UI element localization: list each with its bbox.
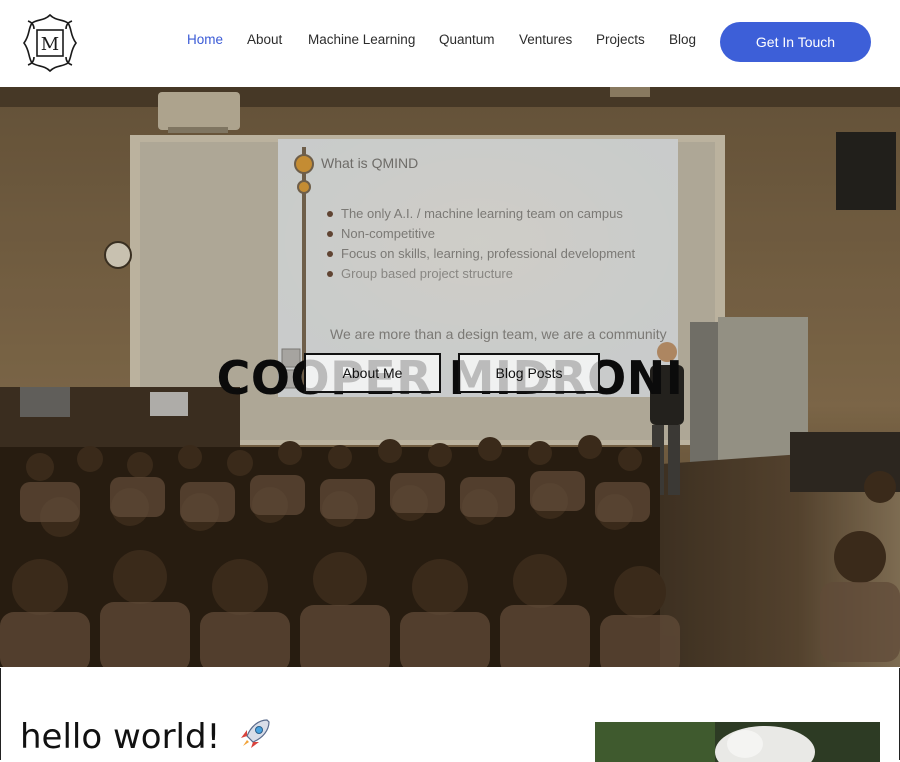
- profile-photo: [595, 722, 880, 762]
- get-in-touch-button[interactable]: Get In Touch: [720, 22, 871, 62]
- blog-posts-button[interactable]: Blog Posts: [458, 353, 600, 393]
- nav-home[interactable]: Home: [187, 32, 223, 47]
- nav-ventures[interactable]: Ventures: [519, 32, 572, 47]
- nav-quantum[interactable]: Quantum: [439, 32, 495, 47]
- intro-heading: hello world!: [20, 716, 273, 761]
- site-header: M Home About Machine Learning Quantum Ve…: [0, 0, 900, 87]
- rocket-icon: [237, 716, 273, 761]
- hero-section: What is QMIND The only A.I. / machine le…: [0, 87, 900, 667]
- nav-projects[interactable]: Projects: [596, 32, 645, 47]
- nav-about[interactable]: About: [247, 32, 282, 47]
- about-me-button[interactable]: About Me: [304, 353, 441, 393]
- nav-machine-learning[interactable]: Machine Learning: [308, 32, 415, 47]
- hero-title: COOPER MIDRONI: [216, 351, 684, 405]
- intro-heading-text: hello world!: [20, 717, 221, 757]
- nav-blog[interactable]: Blog: [669, 32, 696, 47]
